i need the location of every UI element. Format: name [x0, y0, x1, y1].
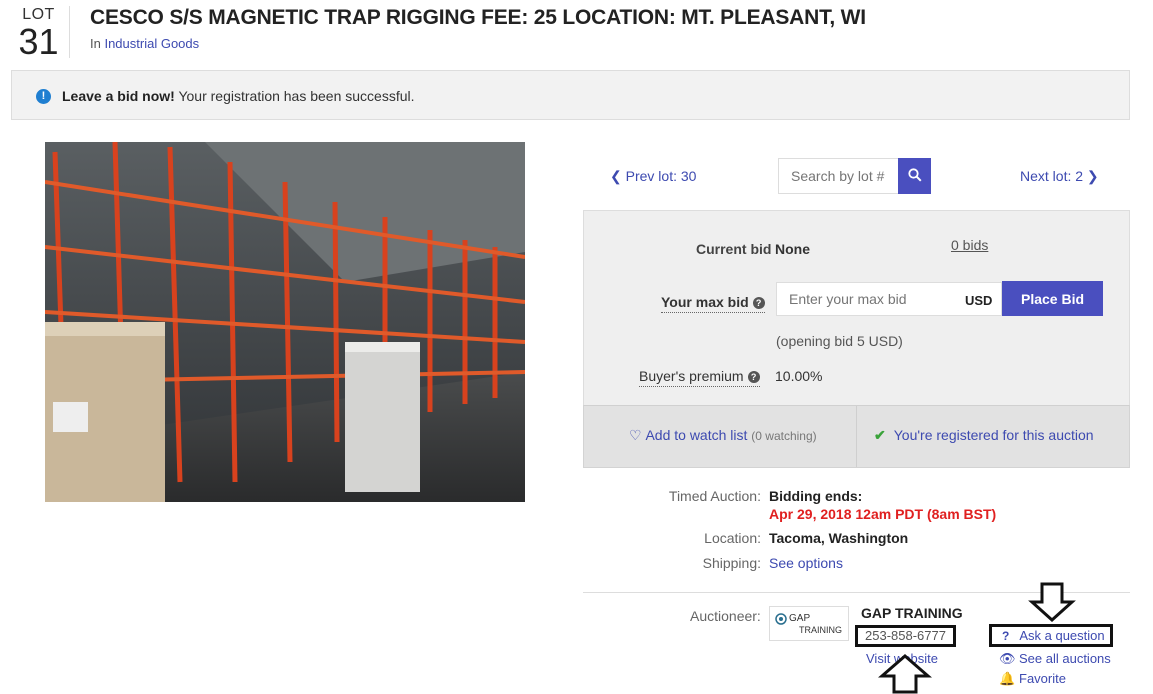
buyers-premium-text: Buyer's premium — [639, 368, 744, 384]
currency-label: USD — [965, 293, 993, 308]
opening-bid-text: (opening bid 5 USD) — [776, 333, 903, 349]
lot-photo[interactable] — [45, 142, 525, 502]
lot-number: 31 — [18, 21, 59, 62]
auctioneer-label: Auctioneer: — [690, 608, 761, 624]
warehouse-photo — [45, 142, 525, 502]
bidding-ends-date: Apr 29, 2018 12am PDT (8am BST) — [769, 506, 997, 522]
shipping-label: Shipping: — [702, 555, 761, 571]
bids-link[interactable]: 0 bids — [951, 237, 988, 253]
registered-status: ✔ You're registered for this auction — [874, 427, 1094, 444]
location-value: Tacoma, Washington — [769, 530, 909, 546]
next-lot-link[interactable]: Next lot: 2 ❯ — [1020, 168, 1099, 185]
help-icon[interactable]: ? — [752, 297, 765, 309]
chevron-right-icon: ❯ — [1083, 168, 1099, 184]
category-link[interactable]: Industrial Goods — [104, 36, 199, 51]
shipping-options-link[interactable]: See options — [769, 555, 843, 571]
search-button[interactable] — [898, 158, 931, 194]
current-bid-value: None — [775, 241, 810, 257]
check-icon: ✔ — [874, 427, 886, 443]
arrow-down-icon — [1028, 582, 1076, 622]
bell-icon: 🔔 — [999, 671, 1016, 686]
arrow-up-icon — [878, 654, 932, 694]
see-all-auctions-link[interactable]: 👁 See all auctions — [999, 651, 1111, 667]
watch-count: (0 watching) — [751, 429, 817, 443]
alert-bold: Leave a bid now! — [62, 88, 175, 104]
next-lot-label: Next lot: 2 — [1020, 168, 1084, 184]
see-all-label: See all auctions — [1019, 651, 1111, 666]
logo-text-training: TRAINING — [799, 625, 843, 635]
favorite-label: Favorite — [1019, 671, 1066, 686]
auctioneer-name: GAP TRAINING — [861, 605, 963, 621]
prev-lot-link[interactable]: ❮ Prev lot: 30 — [610, 168, 696, 185]
gap-logo-icon — [775, 613, 787, 625]
page-title: CESCO S/S MAGNETIC TRAP RIGGING FEE: 25 … — [90, 6, 866, 29]
timed-auction-label: Timed Auction: — [668, 488, 761, 504]
watch-label: Add to watch list — [645, 427, 748, 443]
auctioneer-phone[interactable]: 253-858-6777 — [855, 625, 956, 647]
alert-message: Your registration has been successful. — [178, 88, 415, 104]
heart-icon: ♡ — [629, 427, 646, 443]
lot-badge: LOT 31 — [8, 6, 70, 62]
registration-alert: ! Leave a bid now! Your registration has… — [11, 70, 1130, 120]
category-prefix: In — [90, 36, 101, 51]
place-bid-button[interactable]: Place Bid — [1002, 281, 1103, 316]
buyers-premium-label[interactable]: Buyer's premium? — [639, 368, 760, 387]
add-to-watchlist-button[interactable]: ♡ Add to watch list (0 watching) — [629, 427, 817, 444]
info-icon: ! — [36, 89, 51, 104]
ask-question-link[interactable]: ? Ask a question — [989, 624, 1113, 647]
lot-search-input[interactable] — [778, 158, 899, 194]
max-bid-label[interactable]: Your max bid? — [661, 294, 765, 313]
prev-lot-label: Prev lot: 30 — [625, 168, 697, 184]
help-icon[interactable]: ? — [747, 371, 760, 383]
registered-label: You're registered for this auction — [893, 427, 1094, 443]
actions-divider — [856, 406, 857, 467]
search-icon — [907, 167, 922, 182]
max-bid-label-text: Your max bid — [661, 294, 749, 310]
ask-question-label: Ask a question — [1019, 628, 1105, 643]
chevron-left-icon: ❮ — [610, 168, 626, 184]
location-label: Location: — [704, 530, 761, 546]
question-icon: ? — [1002, 629, 1010, 643]
eye-icon: 👁 — [999, 651, 1016, 666]
alert-text: Leave a bid now! Your registration has b… — [62, 88, 415, 104]
current-bid-label: Current bid — [696, 241, 772, 257]
favorite-link[interactable]: 🔔 Favorite — [999, 671, 1066, 687]
buyers-premium-value: 10.00% — [775, 368, 823, 384]
bidding-ends-label: Bidding ends: — [769, 488, 863, 504]
auctioneer-logo[interactable]: GAP TRAINING — [769, 606, 849, 641]
logo-text-gap: GAP — [789, 613, 811, 624]
category-line: In Industrial Goods — [90, 36, 199, 51]
